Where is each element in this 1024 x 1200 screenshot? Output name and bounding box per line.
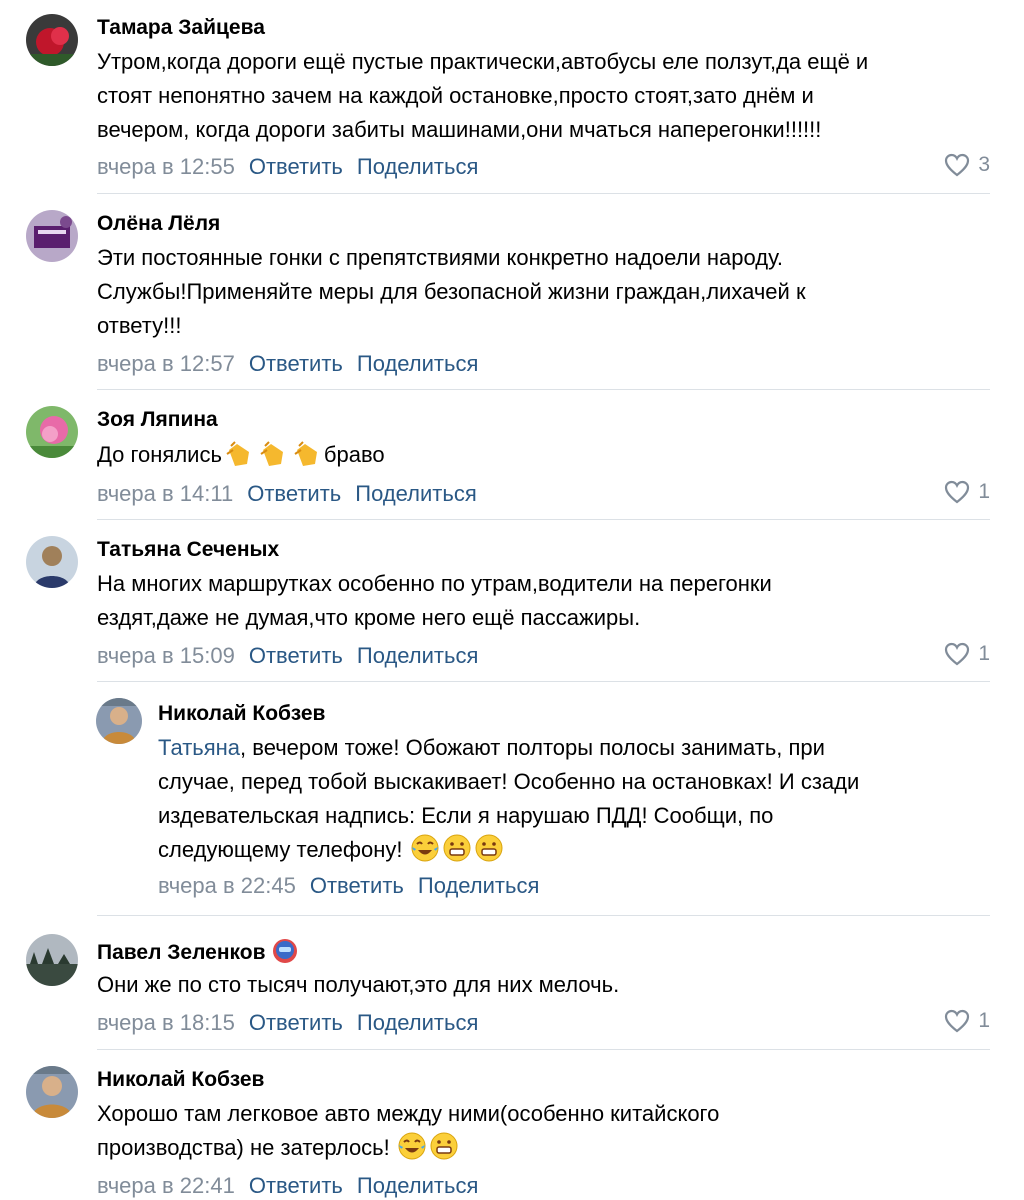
avatar[interactable] [26, 536, 78, 588]
separator [97, 915, 990, 916]
comment-text-part: , вечером тоже! Обожают полторы полосы з… [240, 735, 825, 760]
comment-text-line: Эти постоянные гонки с препятствиями кон… [97, 245, 783, 270]
comment-author[interactable]: Николай Кобзев [97, 1068, 264, 1092]
comment-text-line: Они же по сто тысяч получают,это для них… [97, 972, 620, 997]
comment-author[interactable]: Павел Зеленков [97, 938, 298, 970]
comment-text-part: производства) не затерлось! [97, 1135, 390, 1160]
comment-author[interactable]: Олёна Лёля [97, 212, 220, 236]
avatar[interactable] [26, 934, 78, 986]
grinning-face-emoji [442, 833, 472, 873]
comment-author[interactable]: Николай Кобзев [158, 702, 325, 726]
share-link[interactable]: Поделиться [355, 481, 476, 506]
comment-timestamp[interactable]: вчера в 14:11 [97, 481, 233, 506]
comment-timestamp[interactable]: вчера в 22:41 [97, 1173, 235, 1198]
comment-text-line: производства) не затерлось! [97, 1131, 460, 1171]
share-link[interactable]: Поделиться [357, 643, 478, 668]
reply-link[interactable]: Ответить [249, 1010, 343, 1035]
avatar[interactable] [96, 698, 142, 744]
comment-meta: вчера в 15:09 Ответить Поделиться [97, 643, 478, 669]
comment-text-line: ответу!!! [97, 313, 182, 338]
comment-text-line: Хорошо там легковое авто между ними(особ… [97, 1101, 720, 1126]
like-count: 1 [978, 480, 990, 503]
comment-author[interactable]: Зоя Ляпина [97, 408, 218, 432]
comment-text-line: На многих маршрутках особенно по утрам,в… [97, 571, 772, 596]
separator [97, 193, 990, 194]
mention-link[interactable]: Татьяна [158, 735, 240, 760]
comment-meta: вчера в 12:57 Ответить Поделиться [97, 351, 478, 377]
comment-timestamp[interactable]: вчера в 22:45 [158, 873, 296, 898]
reply-link[interactable]: Ответить [249, 1173, 343, 1198]
comment-meta: вчера в 22:41 Ответить Поделиться [97, 1173, 478, 1199]
like-button[interactable]: 1 [944, 480, 990, 504]
comment-text-line: издевательская надпись: Если я нарушаю П… [158, 803, 774, 828]
astronaut-badge-icon [272, 938, 298, 970]
comment-timestamp[interactable]: вчера в 18:15 [97, 1010, 235, 1035]
clapping-hands-emoji [223, 440, 255, 478]
avatar[interactable] [26, 14, 78, 66]
like-count: 3 [978, 153, 990, 176]
share-link[interactable]: Поделиться [418, 873, 539, 898]
heart-outline-icon [945, 1009, 970, 1033]
reply-link[interactable]: Ответить [247, 481, 341, 506]
comment-text-part: До гонялись [97, 442, 222, 467]
comment-text-part: браво [323, 442, 385, 467]
reply-link[interactable]: Ответить [249, 351, 343, 376]
comment-meta: вчера в 22:45 Ответить Поделиться [158, 873, 539, 899]
separator [97, 1049, 990, 1050]
reply-link[interactable]: Ответить [249, 643, 343, 668]
separator [97, 681, 990, 682]
share-link[interactable]: Поделиться [357, 154, 478, 179]
comment-author-name: Павел Зеленков [97, 941, 266, 964]
tears-of-joy-emoji [410, 833, 440, 873]
heart-outline-icon [945, 480, 970, 504]
comment-author[interactable]: Татьяна Сеченых [97, 538, 279, 562]
comment-text-line: ездят,даже не думая,что кроме него ещё п… [97, 605, 641, 630]
comment-text-line: Татьяна, вечером тоже! Обожают полторы п… [158, 731, 825, 765]
comment-text-line: Службы!Применяйте меры для безопасной жи… [97, 279, 806, 304]
heart-outline-icon [945, 642, 970, 666]
comment-meta: вчера в 14:11 Ответить Поделиться [97, 481, 477, 507]
like-count: 1 [978, 1009, 990, 1032]
comment-meta: вчера в 18:15 Ответить Поделиться [97, 1010, 478, 1036]
avatar[interactable] [26, 210, 78, 262]
comment-text-line: случае, перед тобой выскакивает! Особенн… [158, 769, 860, 794]
comment-text: До гонялись браво [97, 438, 385, 478]
like-count: 1 [978, 642, 990, 665]
like-button[interactable]: 1 [944, 642, 990, 666]
separator [97, 519, 990, 520]
reply-link[interactable]: Ответить [310, 873, 404, 898]
reply-link[interactable]: Ответить [249, 154, 343, 179]
grinning-face-emoji [474, 833, 504, 873]
comment-timestamp[interactable]: вчера в 12:55 [97, 154, 235, 179]
share-link[interactable]: Поделиться [357, 351, 478, 376]
share-link[interactable]: Поделиться [357, 1173, 478, 1198]
clapping-hands-emoji [291, 440, 323, 478]
comment-meta: вчера в 12:55 Ответить Поделиться [97, 154, 478, 180]
comment-text-line: Утром,когда дороги ещё пустые практическ… [97, 49, 869, 74]
comment-text-part: следующему телефону! [158, 837, 403, 862]
avatar[interactable] [26, 1066, 78, 1118]
comment-text-line: вечером, когда дороги забиты машинами,он… [97, 117, 822, 142]
heart-outline-icon [945, 153, 970, 177]
comment-timestamp[interactable]: вчера в 12:57 [97, 351, 235, 376]
separator [97, 389, 990, 390]
like-button[interactable]: 1 [944, 1009, 990, 1033]
comment-author[interactable]: Тамара Зайцева [97, 16, 265, 40]
like-button[interactable]: 3 [944, 153, 990, 177]
grinning-face-emoji [429, 1131, 459, 1171]
comment-timestamp[interactable]: вчера в 15:09 [97, 643, 235, 668]
share-link[interactable]: Поделиться [357, 1010, 478, 1035]
avatar[interactable] [26, 406, 78, 458]
tears-of-joy-emoji [397, 1131, 427, 1171]
comment-text-line: стоят непонятно зачем на каждой остановк… [97, 83, 814, 108]
clapping-hands-emoji [257, 440, 289, 478]
comment-text-line: следующему телефону! [158, 833, 505, 873]
